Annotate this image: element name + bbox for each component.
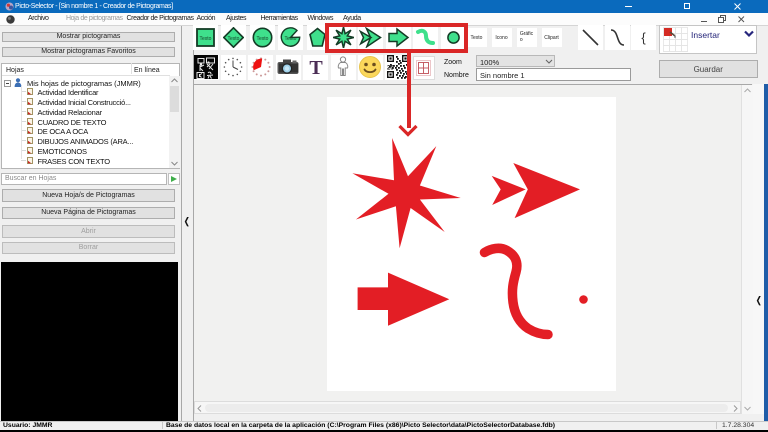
svg-text:25: 25	[387, 66, 394, 72]
svg-text:Texto: Texto	[199, 36, 211, 42]
svg-text:T: T	[309, 57, 323, 79]
svg-text:Texto: Texto	[228, 36, 240, 42]
svg-text:Texto: Texto	[256, 36, 268, 42]
svg-text:Texto: Texto	[285, 36, 297, 42]
